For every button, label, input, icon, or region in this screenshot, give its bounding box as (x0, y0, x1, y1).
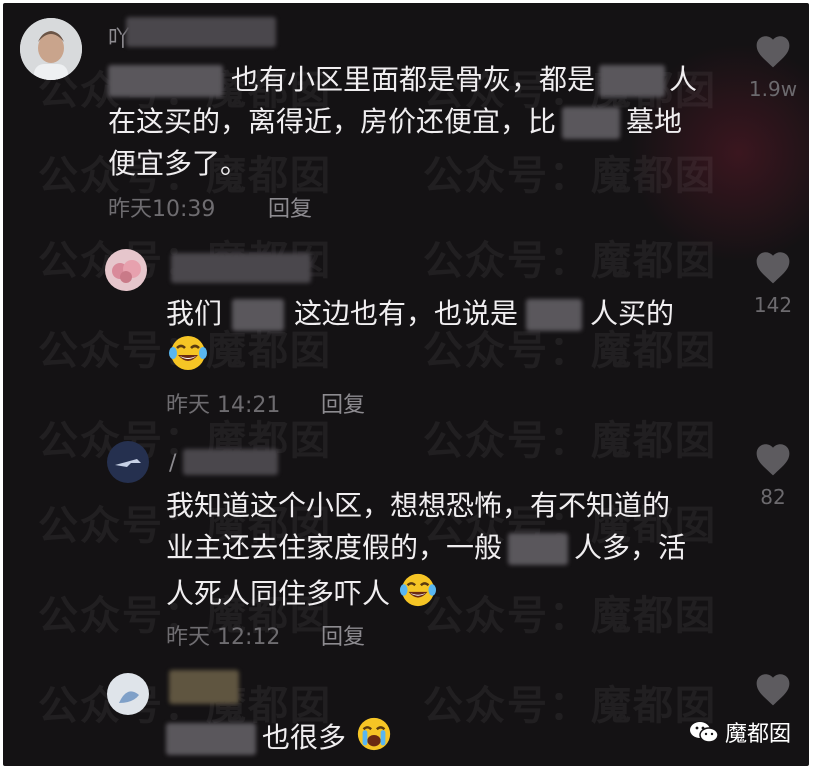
wechat-icon (689, 722, 719, 743)
text-fragment: 我们 (166, 297, 223, 330)
brand-tag: 魔都囡 (689, 716, 791, 748)
like-count: 82 (760, 485, 786, 509)
brand-name: 魔都囡 (724, 722, 791, 747)
heart-icon (756, 252, 790, 284)
text-fragment: 墓地 (626, 105, 683, 138)
redaction (166, 723, 256, 755)
comment-time: 昨天10:39 (108, 197, 216, 222)
text-fragment: 在这买的，离得近，房价还便宜，比 (108, 105, 557, 138)
avatar[interactable] (107, 673, 149, 715)
text-fragment: 这边也有，也说是 (294, 297, 519, 330)
avatar[interactable] (20, 18, 82, 80)
text-fragment: 人 (669, 63, 698, 96)
comment-screen: 公众号：魔都囡 公众号：魔都囡 公众号：魔都囡 公众号：魔都囡 公众号：魔都囡 … (3, 3, 809, 766)
redaction (108, 65, 223, 97)
comment-time: 昨天 14:21 (166, 393, 281, 418)
text-fragment: 人多，活 (574, 531, 687, 564)
like-count: 1.9w (748, 77, 798, 101)
comment-time: 昨天 12:12 (166, 625, 281, 650)
text-fragment: 也很多 (262, 721, 347, 754)
redaction (232, 299, 285, 331)
heart-icon (756, 36, 790, 68)
username-redaction (171, 253, 311, 283)
redaction (562, 107, 621, 139)
username-redaction (169, 670, 239, 704)
text-fragment: 业主还去住家度假的，一般 (166, 531, 503, 564)
comment-text-line: 在这买的，离得近，房价还便宜，比 墓地 (108, 103, 682, 141)
reply-button[interactable]: 回复 (268, 191, 312, 223)
like-count: 142 (753, 293, 793, 317)
comment-text-line: 我知道这个小区，想想恐怖，有不知道的 (166, 489, 671, 522)
comment-text-line: 人死人同住多吓人 (166, 571, 437, 619)
comment-text-line: 便宜多了。 (108, 147, 249, 180)
laugh-cry-emoji (168, 333, 208, 377)
avatar[interactable] (105, 249, 147, 291)
like-button[interactable] (743, 671, 803, 711)
username-redaction (183, 449, 278, 475)
comment-text-line: 也有小区里面都是骨灰，都是 人 (108, 61, 697, 99)
like-button[interactable] (743, 441, 803, 481)
reply-button[interactable]: 回复 (321, 387, 365, 419)
watermark: 公众号：魔都囡 (423, 683, 717, 729)
text-fragment: 人死人同住多吓人 (166, 577, 391, 610)
watermark: 公众号：魔都囡 (423, 418, 717, 464)
text-fragment: 也有小区里面都是骨灰，都是 (231, 63, 596, 96)
heart-icon (756, 444, 790, 476)
username[interactable]: / (169, 451, 176, 476)
redaction (508, 533, 569, 565)
like-button[interactable] (743, 33, 803, 73)
heart-icon (756, 674, 790, 706)
comment-text-line: 业主还去住家度假的，一般 人多，活 (166, 529, 686, 567)
text-fragment: 人买的 (590, 297, 675, 330)
like-button[interactable] (743, 249, 803, 289)
watermark: 公众号：魔都囡 (423, 593, 717, 639)
laugh-cry-emoji (399, 571, 437, 619)
username-redaction (126, 17, 276, 47)
reply-button[interactable]: 回复 (321, 619, 365, 651)
crying-emoji (355, 715, 393, 763)
redaction (599, 65, 666, 97)
redaction (526, 299, 583, 331)
comment-text-line: 我们 这边也有，也说是 人买的 (166, 295, 674, 333)
avatar[interactable] (107, 441, 149, 483)
comment-text-line: 也很多 (166, 715, 393, 763)
